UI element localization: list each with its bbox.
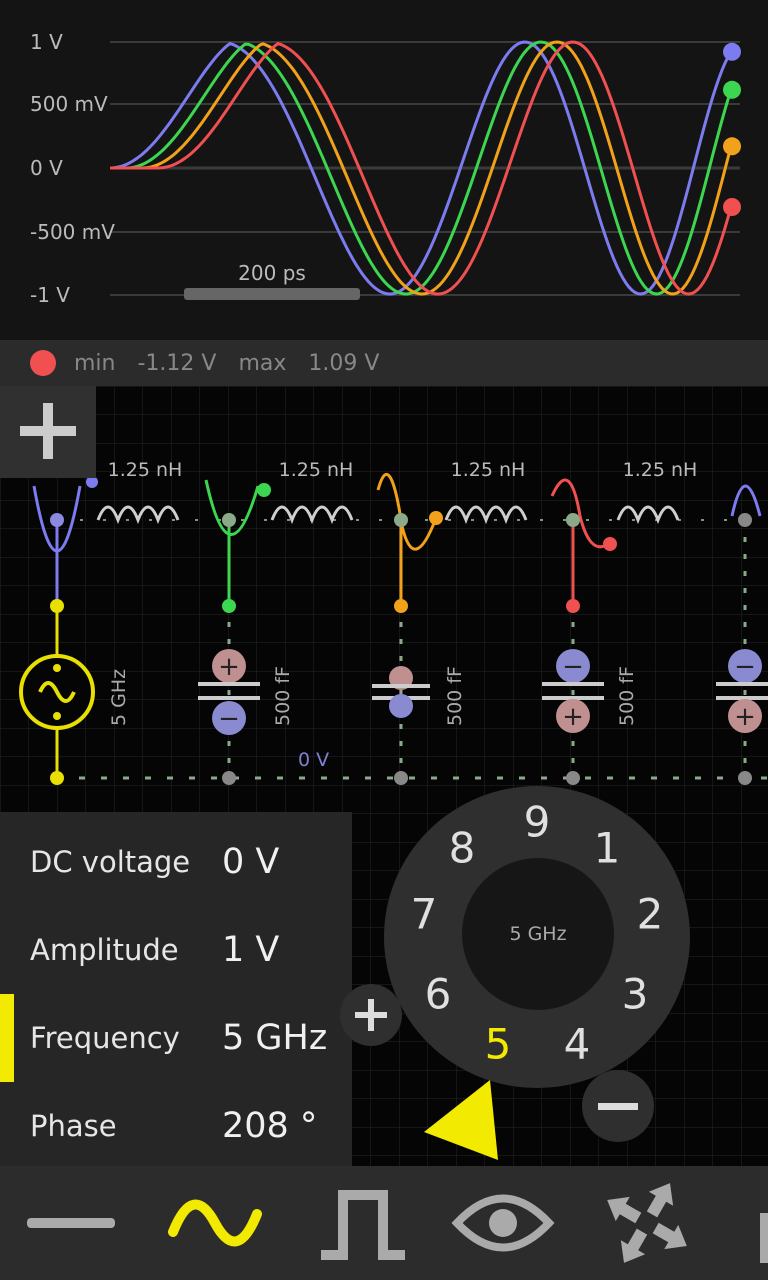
more-tool[interactable] <box>752 1166 768 1280</box>
svg-text:−: − <box>218 704 240 734</box>
max-label: max <box>238 350 287 376</box>
pulse-source-icon <box>321 1190 405 1260</box>
pulse-source-tool[interactable] <box>308 1166 418 1280</box>
y-tick-label: -500 mV <box>30 220 115 244</box>
measurement-bar: min -1.12 V max 1.09 V <box>0 340 768 386</box>
plus-icon <box>355 999 387 1031</box>
param-value: 208 ° <box>222 1106 318 1146</box>
dc-source-tool[interactable] <box>16 1166 126 1280</box>
dial-digit-5[interactable]: 5 <box>485 1020 512 1069</box>
time-scale-label: 200 ps <box>238 261 306 285</box>
dial-digit-7[interactable]: 7 <box>411 890 438 939</box>
dial-digit-2[interactable]: 2 <box>637 890 664 939</box>
dial-digit-4[interactable]: 4 <box>564 1020 591 1069</box>
capacitor-1-label: 500 fF <box>272 666 294 726</box>
sine-source-tool[interactable] <box>160 1166 270 1280</box>
time-scale-bar <box>184 288 360 300</box>
source-frequency-label: 5 GHz <box>108 669 130 726</box>
dial-digit-6[interactable]: 6 <box>425 970 452 1019</box>
dial-digit-3[interactable]: 3 <box>622 970 649 1019</box>
parameter-panel: DC voltage 0 V Amplitude 1 V Frequency 5… <box>0 812 352 1166</box>
dial-digit-9[interactable]: 9 <box>524 798 551 847</box>
trace-endpoint <box>723 80 741 99</box>
eye-icon <box>451 1194 555 1252</box>
dial-digit-1[interactable]: 1 <box>594 824 621 873</box>
trace-endpoint <box>723 137 741 156</box>
trace-color-dot <box>30 350 56 376</box>
capacitor-2-label: 500 fF <box>444 666 466 726</box>
dc-source-icon <box>27 1218 115 1228</box>
ground-label: 0 V <box>298 749 329 771</box>
param-value: 0 V <box>222 842 280 882</box>
sine-source-icon <box>168 1199 262 1247</box>
param-value: 1 V <box>222 930 280 970</box>
param-value: 5 GHz <box>222 1018 328 1058</box>
y-tick-label: 1 V <box>30 30 63 54</box>
param-label: Amplitude <box>30 933 179 967</box>
param-row-amplitude[interactable]: Amplitude 1 V <box>0 906 352 994</box>
svg-text:−: − <box>734 652 756 682</box>
svg-text:+: + <box>218 652 240 682</box>
param-label: Frequency <box>30 1021 180 1055</box>
svg-text:+: + <box>562 702 584 732</box>
y-tick-label: 0 V <box>30 156 63 180</box>
selected-param-marker <box>0 994 14 1082</box>
plus-icon <box>20 403 76 459</box>
trace-endpoint <box>723 42 741 61</box>
min-label: min <box>74 350 116 376</box>
capacitor-3-label: 500 fF <box>616 666 638 726</box>
inductor-2-label: 1.25 nH <box>279 459 354 481</box>
trace-endpoint <box>723 198 741 216</box>
partial-arrow-icon <box>760 1213 768 1263</box>
inductor-3-label: 1.25 nH <box>451 459 526 481</box>
param-label: Phase <box>30 1109 117 1143</box>
increment-button[interactable] <box>340 984 402 1046</box>
max-value: 1.09 V <box>308 350 380 376</box>
dial-digit-8[interactable]: 8 <box>449 824 476 873</box>
dial-pointer-icon <box>424 1080 498 1160</box>
param-row-dc-voltage[interactable]: DC voltage 0 V <box>0 818 352 906</box>
probe-view-tool[interactable] <box>448 1166 558 1280</box>
decrement-button[interactable] <box>582 1070 654 1142</box>
minus-icon <box>598 1103 638 1110</box>
arrows-icon <box>607 1183 687 1263</box>
value-dial[interactable]: 9 1 2 3 4 5 6 7 8 5 GHz <box>384 786 690 1088</box>
param-label: DC voltage <box>30 845 191 879</box>
y-tick-label: 500 mV <box>30 92 108 116</box>
inductor-1-label: 1.25 nH <box>108 459 183 481</box>
inductor-4-label: 1.25 nH <box>623 459 698 481</box>
add-component-button[interactable] <box>0 386 96 478</box>
rotate-tool[interactable] <box>592 1166 702 1280</box>
oscilloscope-panel[interactable]: 1 V 500 mV 0 V -500 mV -1 V 200 ps <box>0 0 768 340</box>
svg-text:+: + <box>734 702 756 732</box>
voltage-source[interactable] <box>19 654 95 730</box>
component-toolbar <box>0 1166 768 1280</box>
y-tick-label: -1 V <box>30 283 70 307</box>
dial-center-value: 5 GHz <box>462 858 614 1010</box>
param-row-frequency[interactable]: Frequency 5 GHz <box>0 994 352 1082</box>
min-value: -1.12 V <box>137 350 217 376</box>
svg-text:−: − <box>562 652 584 682</box>
oscilloscope-plot: 1 V 500 mV 0 V -500 mV -1 V 200 ps <box>30 30 741 307</box>
param-row-phase[interactable]: Phase 208 ° <box>0 1082 352 1170</box>
